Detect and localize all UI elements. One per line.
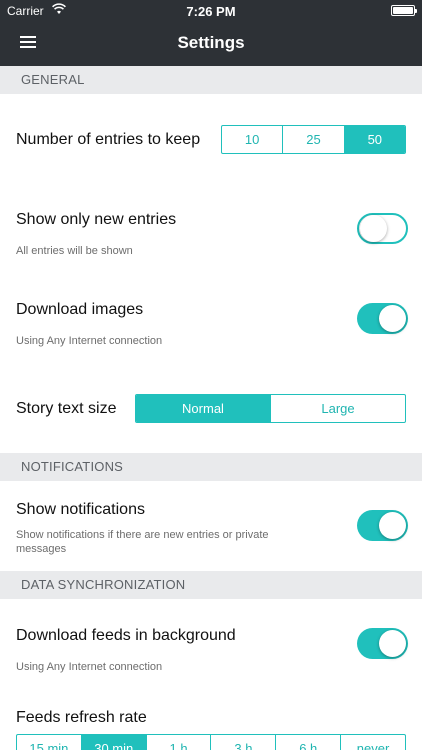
show-new-entries-label: Show only new entries (16, 211, 177, 228)
story-text-size-segmented-control: Normal Large (135, 394, 406, 423)
refresh-rate-option[interactable]: 3 h (211, 735, 277, 750)
refresh-rate-option[interactable]: 6 h (276, 735, 342, 750)
entries-to-keep-label: Number of entries to keep (16, 131, 201, 148)
show-notifications-sublabel: Show notifications if there are new entr… (16, 529, 269, 555)
text-size-option[interactable]: Large (271, 395, 405, 422)
download-images-sublabel: Using Any Internet connection (16, 335, 163, 347)
story-text-size-label: Story text size (16, 400, 117, 417)
refresh-rate-label: Feeds refresh rate (16, 709, 147, 726)
page-title: Settings (177, 33, 245, 52)
app-header: Carrier 7:26 PM Settings (0, 0, 422, 66)
battery-icon (391, 5, 417, 16)
toggle-knob (379, 630, 406, 657)
download-feeds-sublabel: Using Any Internet connection (16, 661, 163, 673)
refresh-rate-segmented-control: 15 min 30 min 1 h3 h6 h never (16, 734, 406, 750)
toggle-knob (379, 305, 406, 332)
entries-to-keep-option[interactable]: 50 (344, 126, 405, 153)
toggle-knob (360, 215, 387, 242)
refresh-rate-option[interactable]: 15 min (17, 735, 82, 750)
refresh-rate-option[interactable]: 1 h (147, 735, 212, 750)
download-images-label: Download images (16, 301, 144, 318)
download-images-toggle[interactable] (357, 303, 408, 334)
download-feeds-label: Download feeds in background (16, 627, 236, 644)
section-header-general: GENERAL (0, 66, 422, 94)
refresh-rate-option[interactable]: 30 min (81, 735, 147, 750)
show-new-entries-toggle[interactable] (357, 213, 408, 244)
entries-to-keep-option[interactable]: 10 (222, 126, 284, 153)
entries-to-keep-segmented-control: 10 25 50 (221, 125, 406, 154)
section-header-notifications: NOTIFICATIONS (0, 453, 422, 481)
entries-to-keep-option[interactable]: 25 (283, 126, 345, 153)
show-notifications-label: Show notifications (16, 501, 145, 518)
refresh-rate-option[interactable]: never (341, 735, 405, 750)
download-feeds-toggle[interactable] (357, 628, 408, 659)
status-bar: Carrier 7:26 PM (0, 0, 422, 22)
show-new-entries-sublabel: All entries will be shown (16, 245, 133, 257)
text-size-option[interactable]: Normal (136, 395, 271, 422)
show-notifications-toggle[interactable] (357, 510, 408, 541)
clock: 7:26 PM (186, 4, 236, 19)
toggle-knob (379, 512, 406, 539)
section-header-data-sync: DATA SYNCHRONIZATION (0, 571, 422, 599)
